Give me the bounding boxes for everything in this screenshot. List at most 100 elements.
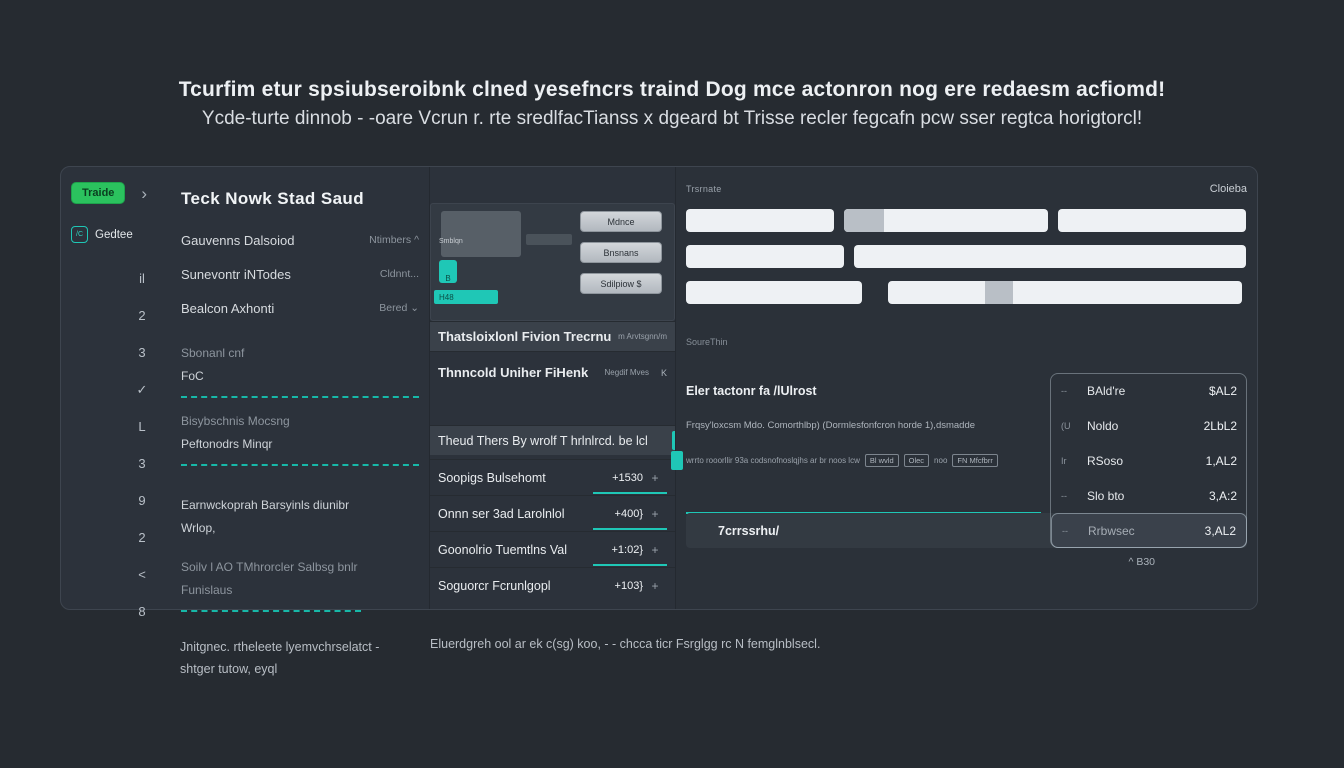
add-button[interactable]: + bbox=[643, 579, 667, 593]
teal-divider bbox=[181, 610, 361, 612]
input-skeleton[interactable] bbox=[686, 209, 834, 232]
rail-item[interactable]: < bbox=[133, 556, 151, 593]
table-row[interactable]: Eler tactonr fa /lUlrost -- BAld're $AL2 bbox=[686, 373, 1247, 408]
close-button[interactable]: Cloieba bbox=[1210, 183, 1247, 195]
list-item[interactable]: Soguorcr Fcrunlgopl +103} + bbox=[430, 567, 675, 603]
row-name: 7crrssrhu/ bbox=[718, 523, 780, 538]
menu-sub-item[interactable]: Soilv l AO TMhrorcler Salbsg bnlr bbox=[181, 555, 419, 578]
input-segment bbox=[844, 209, 884, 232]
list-item-value: +103} bbox=[614, 579, 643, 592]
list-item-label: Thnncold Uniher FiHenk bbox=[438, 365, 589, 380]
rail-item[interactable]: il bbox=[133, 260, 151, 297]
list-item[interactable]: Thatsloixlonl Fivion Trecrnu m Arvtsgnn/… bbox=[430, 321, 675, 351]
card-button[interactable]: Sdilpiow $ bbox=[580, 273, 662, 294]
menu-sub-item[interactable]: FoC bbox=[181, 364, 419, 387]
rail-item[interactable]: 8 bbox=[133, 593, 151, 630]
price-cell: Ir RSoso 1,AL2 bbox=[1051, 443, 1247, 478]
summary-card: Smblqn B H48 Mdnce Bnsnans Sdilpiow $ bbox=[430, 203, 675, 321]
menu-sub-item[interactable]: Peftonodrs Minqr bbox=[181, 432, 419, 455]
menu-item-value: Bered ⌄ bbox=[379, 302, 419, 314]
source-label: SoureThin bbox=[686, 337, 728, 347]
input-skeleton[interactable] bbox=[844, 209, 1048, 232]
user-item[interactable]: /C Gedtee bbox=[71, 226, 171, 243]
menu-sub-item[interactable]: Sbonanl cnf bbox=[181, 341, 419, 364]
list-item[interactable]: Goonolrio Tuemtlns Val +1:02} + bbox=[430, 531, 675, 567]
list-item-right: K bbox=[660, 367, 667, 378]
watchlist-title: Trsrnate bbox=[686, 184, 722, 194]
row-tail: noo bbox=[934, 456, 948, 465]
card-caption: Smblqn bbox=[439, 238, 463, 245]
row-badge: FN Mfcfbrr bbox=[952, 454, 998, 467]
menu-item[interactable]: Bealcon Axhonti Bered ⌄ bbox=[181, 291, 419, 325]
list-item[interactable]: Theud Thers By wrolf T hrlnlrcd. be lcl bbox=[430, 425, 684, 455]
input-row bbox=[686, 209, 1247, 232]
list-item-label: Theud Thers By wrolf T hrlnlrcd. be lcl bbox=[438, 433, 648, 448]
rail-item[interactable]: L bbox=[133, 408, 151, 445]
rail-item[interactable]: 2 bbox=[133, 519, 151, 556]
price-cell: -- Slo bto 3,A:2 bbox=[1051, 478, 1247, 513]
watchlist-header: Trsrnate Cloieba bbox=[686, 181, 1247, 197]
input-skeleton[interactable] bbox=[888, 281, 1242, 304]
add-button[interactable]: + bbox=[643, 471, 667, 485]
price-cell: (U Noldo 2LbL2 bbox=[1051, 408, 1247, 443]
input-skeleton[interactable] bbox=[1058, 209, 1246, 232]
list-item-value: +1:02} bbox=[611, 543, 643, 556]
input-skeleton[interactable] bbox=[686, 245, 844, 268]
menu-item-label: Sunevontr iNTodes bbox=[181, 266, 291, 282]
menu-item-value: Cldnnt... bbox=[379, 268, 419, 280]
rail-item[interactable]: 9 bbox=[133, 482, 151, 519]
table-row[interactable]: Frqsy'loxcsm Mdo. Comorthlbp) (Dormlesfo… bbox=[686, 408, 1247, 443]
hero-line2: Ycde-turte dinnob - -oare Vcrun r. rte s… bbox=[201, 108, 1143, 129]
input-row bbox=[686, 245, 1247, 268]
menu-sub-item[interactable]: Funislaus bbox=[181, 578, 419, 601]
menu-sub-item[interactable]: Bisybschnis Mocsng bbox=[181, 409, 419, 432]
table-row-selected[interactable]: 7crrssrhu/ -- Rrbwsec 3,AL2 bbox=[686, 513, 1247, 548]
menu-item-label: Bealcon Axhonti bbox=[181, 300, 275, 316]
add-button[interactable]: + bbox=[643, 507, 667, 521]
input-skeleton[interactable] bbox=[854, 245, 1246, 268]
menu-item[interactable]: Sunevontr iNTodes Cldnnt... bbox=[181, 257, 419, 291]
menu-item-label: Gauvenns Dalsoiod bbox=[181, 232, 295, 248]
row-badge: Olec bbox=[903, 454, 930, 467]
rail-item[interactable]: 3 bbox=[133, 445, 151, 482]
menu-item-value: Ntimbers ^ bbox=[369, 234, 419, 246]
rail-top: Traide › bbox=[71, 182, 171, 204]
input-segment bbox=[985, 281, 1013, 304]
teal-divider bbox=[181, 464, 419, 466]
expand-toggle[interactable]: ^ B30 bbox=[686, 556, 1247, 568]
list-item[interactable]: Onnn ser 3ad Larolnlol +400} + bbox=[430, 495, 675, 531]
row-icon: -- bbox=[1061, 490, 1067, 501]
row-market: Noldo bbox=[1087, 418, 1119, 433]
table-row[interactable]: -- Slo bto 3,A:2 bbox=[686, 478, 1247, 513]
add-button[interactable]: + bbox=[643, 543, 667, 557]
rail-item[interactable]: 3 bbox=[133, 334, 151, 371]
menu-sub-item[interactable]: Wrlop, bbox=[181, 516, 419, 539]
rail-item[interactable]: 2 bbox=[133, 297, 151, 334]
menu-column: Teck Nowk Stad Saud Gauvenns Dalsoiod Nt… bbox=[177, 167, 429, 612]
footer-note-right: Eluerdgreh ool ar ek c(sg) koo, - - chcc… bbox=[430, 637, 821, 651]
list-item-label: Soguorcr Fcrunlgopl bbox=[438, 578, 551, 593]
hero-line1: Tcurfim etur spsiubseroibnk clned yesefn… bbox=[178, 78, 1166, 101]
list-item[interactable]: Soopigs Bulsehomt +1530 + bbox=[430, 459, 675, 495]
user-avatar-icon: /C bbox=[71, 226, 88, 243]
row-name: wrrto rooorllir 93a codsnofnoslqjhs ar b… bbox=[686, 456, 860, 465]
trade-button[interactable]: Traide bbox=[71, 182, 126, 204]
list-item[interactable]: Thnncold Uniher FiHenk Negdif Mves K bbox=[430, 351, 675, 393]
row-market: Rrbwsec bbox=[1088, 523, 1135, 538]
list-item-value: +1530 bbox=[612, 471, 643, 484]
menu-sub-item[interactable]: Earnwckoprah Barsyinls diunibr bbox=[181, 493, 419, 516]
check-icon[interactable]: ✓ bbox=[133, 371, 151, 408]
input-skeleton[interactable] bbox=[686, 281, 862, 304]
card-button[interactable]: Bnsnans bbox=[580, 242, 662, 263]
row-name: Eler tactonr fa /lUlrost bbox=[686, 383, 817, 398]
row-price: 2LbL2 bbox=[1203, 418, 1237, 433]
chevron-right-icon[interactable]: › bbox=[141, 185, 147, 202]
card-button[interactable]: Mdnce bbox=[580, 211, 662, 232]
list-item-label: Thatsloixlonl Fivion Trecrnu bbox=[438, 329, 612, 344]
menu-item[interactable]: Gauvenns Dalsoiod Ntimbers ^ bbox=[181, 223, 419, 257]
table-row[interactable]: wrrto rooorllir 93a codsnofnoslqjhs ar b… bbox=[671, 443, 1247, 478]
row-price: $AL2 bbox=[1208, 383, 1237, 398]
row-price: 3,AL2 bbox=[1204, 523, 1236, 538]
